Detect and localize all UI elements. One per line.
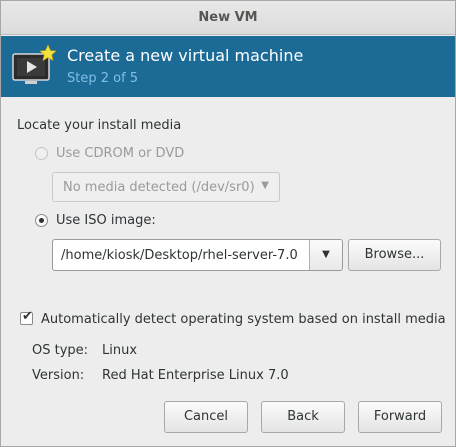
chevron-down-icon: ▼ bbox=[261, 180, 269, 191]
browse-button[interactable]: Browse... bbox=[348, 239, 441, 271]
window-title: New VM bbox=[198, 10, 258, 25]
wizard-banner: Create a new virtual machine Step 2 of 5 bbox=[1, 36, 455, 97]
new-vm-window: New VM Create a new virtual machine Step… bbox=[0, 0, 456, 447]
cdrom-radio[interactable] bbox=[35, 147, 48, 160]
cdrom-label: Use CDROM or DVD bbox=[56, 146, 185, 161]
version-value: Red Hat Enterprise Linux 7.0 bbox=[102, 368, 289, 383]
auto-detect-checkbox[interactable]: ✔ bbox=[20, 309, 33, 325]
cdrom-device-select[interactable]: No media detected (/dev/sr0) ▼ bbox=[52, 172, 280, 202]
os-type-value: Linux bbox=[102, 343, 138, 358]
iso-path-combo[interactable]: /home/kiosk/Desktop/rhel-server-7.0 ▼ bbox=[52, 239, 343, 271]
cancel-button[interactable]: Cancel bbox=[164, 401, 248, 433]
checkmark-icon: ✔ bbox=[22, 309, 33, 324]
iso-path-input[interactable]: /home/kiosk/Desktop/rhel-server-7.0 bbox=[61, 248, 309, 263]
step-indicator: Step 2 of 5 bbox=[67, 71, 139, 86]
chevron-down-icon: ▼ bbox=[322, 249, 330, 260]
forward-button[interactable]: Forward bbox=[358, 401, 442, 433]
cdrom-device-value: No media detected (/dev/sr0) bbox=[63, 180, 255, 195]
iso-label: Use ISO image: bbox=[56, 213, 156, 228]
version-label: Version: bbox=[32, 368, 85, 383]
iso-dropdown-button[interactable]: ▼ bbox=[309, 240, 342, 270]
auto-detect-label: Automatically detect operating system ba… bbox=[41, 312, 446, 327]
back-button[interactable]: Back bbox=[261, 401, 345, 433]
radio-dot bbox=[39, 218, 44, 223]
iso-radio[interactable] bbox=[35, 214, 48, 227]
vm-monitor-icon bbox=[12, 44, 57, 84]
window-titlebar[interactable]: New VM bbox=[1, 1, 455, 35]
os-type-label: OS type: bbox=[32, 343, 89, 358]
install-media-heading: Locate your install media bbox=[17, 118, 182, 133]
banner-title: Create a new virtual machine bbox=[67, 46, 304, 65]
